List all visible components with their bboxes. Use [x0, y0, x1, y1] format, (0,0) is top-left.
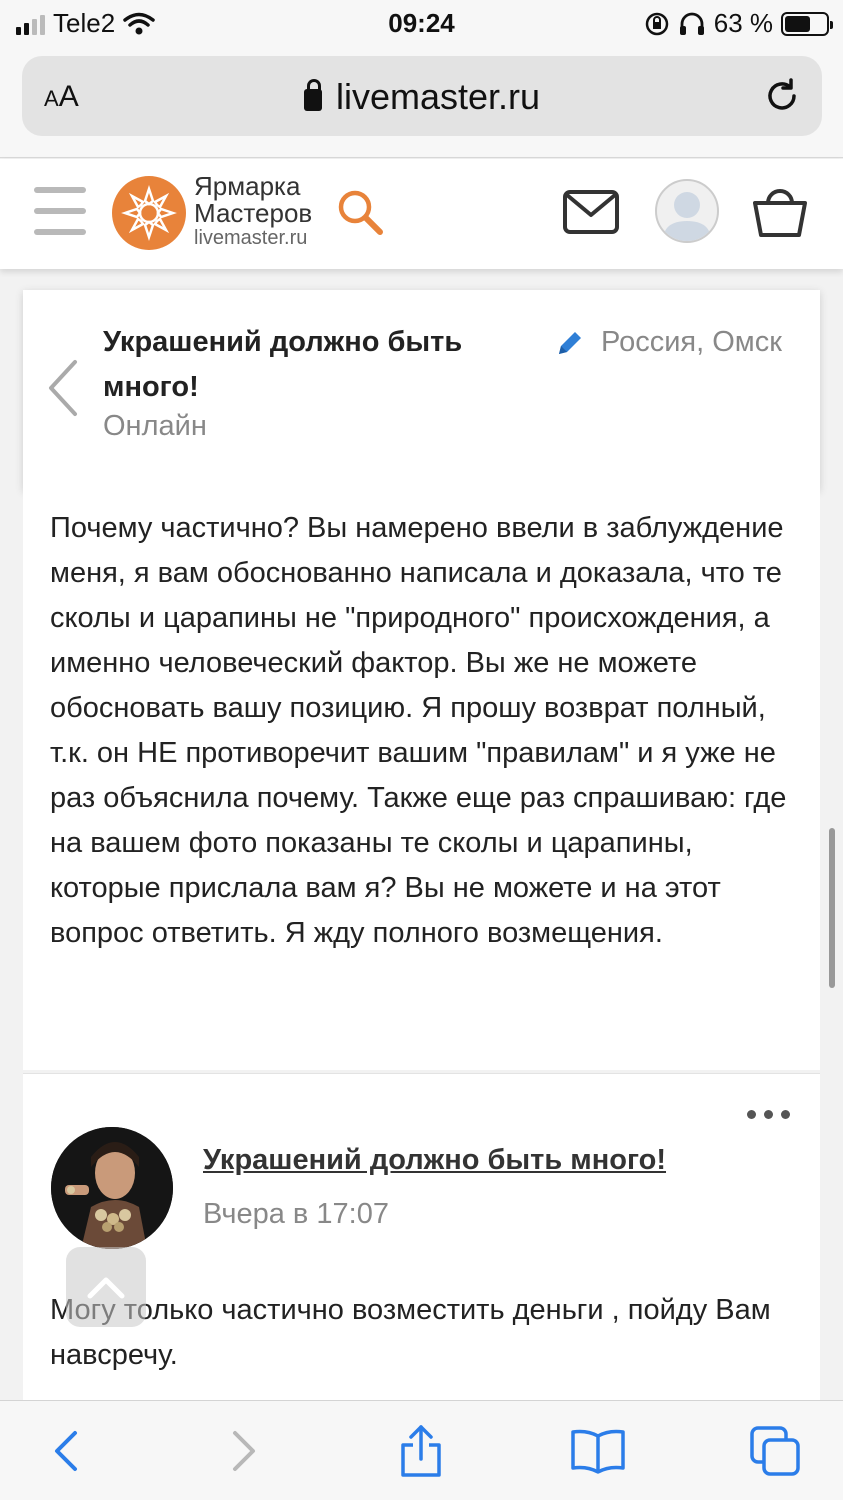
headphones-icon — [679, 12, 704, 35]
shop-location: Россия, Омск — [601, 326, 782, 358]
address-bar[interactable]: AA livemaster.ru — [22, 56, 822, 136]
battery-icon — [781, 11, 833, 36]
bookmarks-icon — [571, 1429, 625, 1474]
profile-icon[interactable] — [655, 179, 719, 243]
orientation-lock-icon — [645, 12, 668, 35]
message-item: Почему частично? Вы намерено ввели в заб… — [23, 490, 820, 1070]
cart-icon[interactable] — [750, 183, 810, 241]
online-status: Онлайн — [103, 410, 207, 442]
browser-toolbar — [0, 1400, 843, 1500]
shop-name[interactable]: Украшений должно быть много! — [103, 320, 523, 410]
nav-forward-button[interactable] — [214, 1421, 274, 1481]
lock-icon — [303, 79, 322, 111]
pencil-icon — [559, 332, 581, 354]
forward-arrow-icon — [233, 1431, 255, 1471]
hamburger-menu-icon[interactable] — [34, 187, 86, 235]
author-avatar[interactable] — [51, 1127, 173, 1249]
battery-percent: 63 % — [713, 8, 773, 38]
tabs-icon — [750, 1426, 800, 1476]
message-text: Могу только частично возместить деньги ,… — [50, 1294, 771, 1371]
message-text: Почему частично? Вы намерено ввели в заб… — [50, 512, 787, 949]
more-dots-icon[interactable] — [747, 1110, 790, 1119]
status-right: 63 % — [644, 8, 833, 39]
scroll-up-button[interactable] — [66, 1247, 146, 1327]
site-header: Ярмарка Мастеров livemaster.ru — [0, 159, 843, 269]
reload-icon[interactable] — [762, 76, 802, 116]
url-display[interactable]: livemaster.ru — [22, 76, 822, 118]
search-icon[interactable] — [336, 189, 386, 237]
chevron-left-icon[interactable] — [45, 358, 79, 418]
logo-text[interactable]: Ярмарка Мастеров livemaster.ru — [194, 171, 313, 249]
chevron-up-icon — [87, 1277, 125, 1299]
logo-icon[interactable] — [112, 176, 186, 250]
share-button[interactable] — [391, 1421, 451, 1481]
browser-chrome: AA livemaster.ru — [0, 48, 843, 158]
nav-back-button[interactable] — [36, 1421, 96, 1481]
tabs-button[interactable] — [745, 1421, 805, 1481]
conversation-header: Украшений должно быть много! Онлайн Росс… — [23, 290, 820, 490]
mail-icon[interactable] — [562, 189, 620, 235]
scroll-indicator[interactable] — [829, 828, 835, 988]
bookmarks-button[interactable] — [568, 1421, 628, 1481]
logo-domain: livemaster.ru — [194, 226, 308, 249]
share-icon — [401, 1425, 441, 1477]
message-time: Вчера в 17:07 — [203, 1198, 389, 1230]
back-arrow-icon — [55, 1431, 77, 1471]
logo-line1: Ярмарка — [194, 171, 301, 201]
message-author[interactable]: Украшений должно быть много! — [203, 1144, 666, 1177]
message-item: Украшений должно быть много! Вчера в 17:… — [23, 1073, 820, 1403]
logo-line2: Мастеров — [194, 198, 313, 229]
status-bar: Tele2 09:24 63 % — [0, 0, 843, 48]
url-text: livemaster.ru — [335, 76, 541, 117]
